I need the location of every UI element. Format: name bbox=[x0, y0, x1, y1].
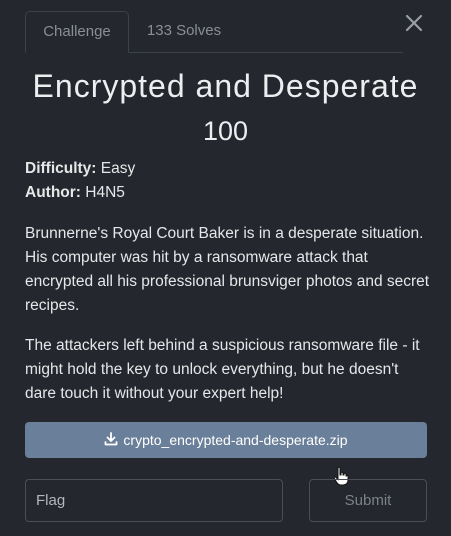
submit-button[interactable]: Submit bbox=[309, 479, 427, 522]
difficulty-label: Difficulty: bbox=[25, 160, 97, 177]
challenge-points: 100 bbox=[202, 116, 249, 146]
tab-bar: Challenge 133 Solves bbox=[25, 11, 403, 53]
download-file-button[interactable]: crypto_encrypted-and-desperate.zip bbox=[25, 422, 427, 458]
close-icon[interactable] bbox=[403, 12, 425, 34]
download-icon bbox=[104, 431, 118, 449]
author-value: H4N5 bbox=[85, 184, 125, 201]
challenge-modal: Challenge 133 Solves Encrypted and Despe… bbox=[0, 0, 451, 536]
difficulty-value: Easy bbox=[100, 160, 136, 177]
download-filename: crypto_encrypted-and-desperate.zip bbox=[123, 432, 348, 448]
description-paragraph-2: The attackers left behind a suspicious r… bbox=[25, 337, 420, 402]
author-line: Author: H4N5 bbox=[25, 184, 125, 202]
challenge-title: Encrypted and Desperate bbox=[32, 68, 419, 104]
tab-solves[interactable]: 133 Solves bbox=[145, 11, 223, 51]
difficulty-line: Difficulty: Easy bbox=[25, 160, 135, 178]
author-label: Author: bbox=[25, 184, 81, 201]
description-paragraph-1: Brunnerne's Royal Court Baker is in a de… bbox=[25, 225, 430, 314]
flag-input[interactable] bbox=[25, 479, 283, 522]
tab-challenge[interactable]: Challenge bbox=[25, 11, 129, 53]
